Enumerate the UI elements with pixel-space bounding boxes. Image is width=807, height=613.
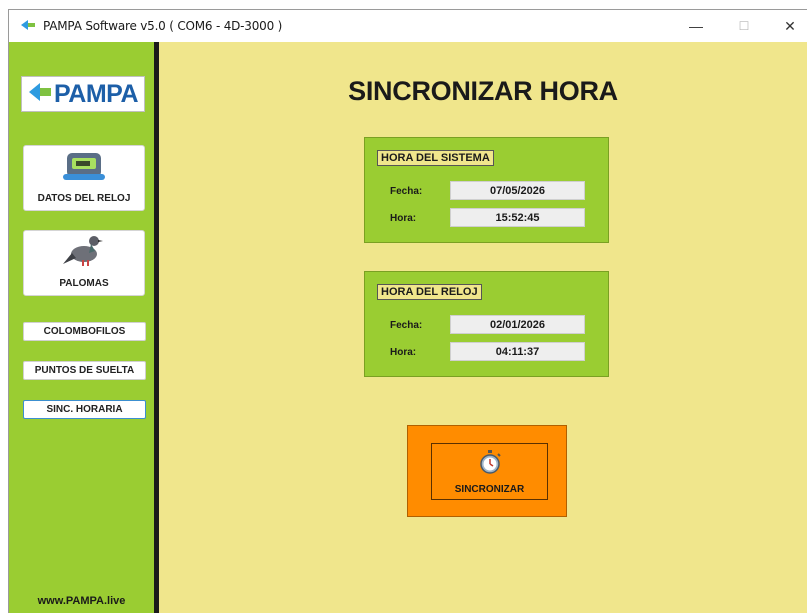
- sincronizar-label: SINCRONIZAR: [454, 483, 525, 495]
- sidebar: PAMPA DATOS DEL RELOJ PALOMAS COLOMBOFIL…: [9, 42, 154, 613]
- website-link[interactable]: www.PAMPA.live: [9, 595, 154, 607]
- pigeon-icon: [62, 231, 106, 274]
- reloj-hora-label: Hora:: [390, 347, 417, 358]
- pampa-logo: PAMPA: [21, 76, 145, 112]
- clock-device-icon: [59, 150, 109, 187]
- palomas-button[interactable]: PALOMAS: [23, 230, 145, 296]
- pampa-logo-icon: [28, 81, 52, 108]
- close-button[interactable]: ✕: [767, 10, 807, 42]
- hora-reloj-panel: HORA DEL RELOJ Fecha: 02/01/2026 Hora: 0…: [364, 271, 609, 377]
- app-icon: [19, 18, 37, 32]
- sinc-horaria-button[interactable]: SINC. HORARIA: [23, 400, 146, 419]
- palomas-label: PALOMAS: [59, 278, 109, 289]
- colombofilos-button[interactable]: COLOMBOFILOS: [23, 322, 146, 341]
- minimize-button[interactable]: —: [673, 10, 719, 42]
- reloj-fecha-label: Fecha:: [390, 320, 423, 331]
- sistema-hora-value: 15:52:45: [450, 208, 585, 227]
- sistema-fecha-value: 07/05/2026: [450, 181, 585, 200]
- window-title: PAMPA Software v5.0 ( COM6 - 4D-3000 ): [43, 19, 283, 33]
- page-title: SINCRONIZAR HORA: [348, 76, 618, 106]
- hora-sistema-panel: HORA DEL SISTEMA Fecha: 07/05/2026 Hora:…: [364, 137, 609, 243]
- app-window: PAMPA Software v5.0 ( COM6 - 4D-3000 ) —…: [8, 9, 807, 613]
- reloj-fecha-value: 02/01/2026: [450, 315, 585, 334]
- main-panel: SINCRONIZAR HORA HORA DEL SISTEMA Fecha:…: [159, 42, 807, 613]
- sync-button-frame: SINCRONIZAR: [407, 425, 567, 517]
- sistema-fecha-label: Fecha:: [390, 186, 423, 197]
- hora-reloj-legend: HORA DEL RELOJ: [377, 284, 482, 300]
- logo-text: PAMPA: [53, 79, 139, 108]
- hora-sistema-legend: HORA DEL SISTEMA: [377, 150, 494, 166]
- reloj-hora-value: 04:11:37: [450, 342, 585, 361]
- datos-del-reloj-label: DATOS DEL RELOJ: [37, 193, 131, 204]
- sincronizar-button[interactable]: SINCRONIZAR: [431, 443, 548, 500]
- sistema-hora-label: Hora:: [390, 213, 417, 224]
- puntos-de-suelta-button[interactable]: PUNTOS DE SUELTA: [23, 361, 146, 380]
- datos-del-reloj-button[interactable]: DATOS DEL RELOJ: [23, 145, 145, 211]
- title-bar: PAMPA Software v5.0 ( COM6 - 4D-3000 ) —…: [9, 10, 807, 42]
- stopwatch-icon: [478, 449, 502, 480]
- maximize-button[interactable]: ☐: [721, 10, 767, 42]
